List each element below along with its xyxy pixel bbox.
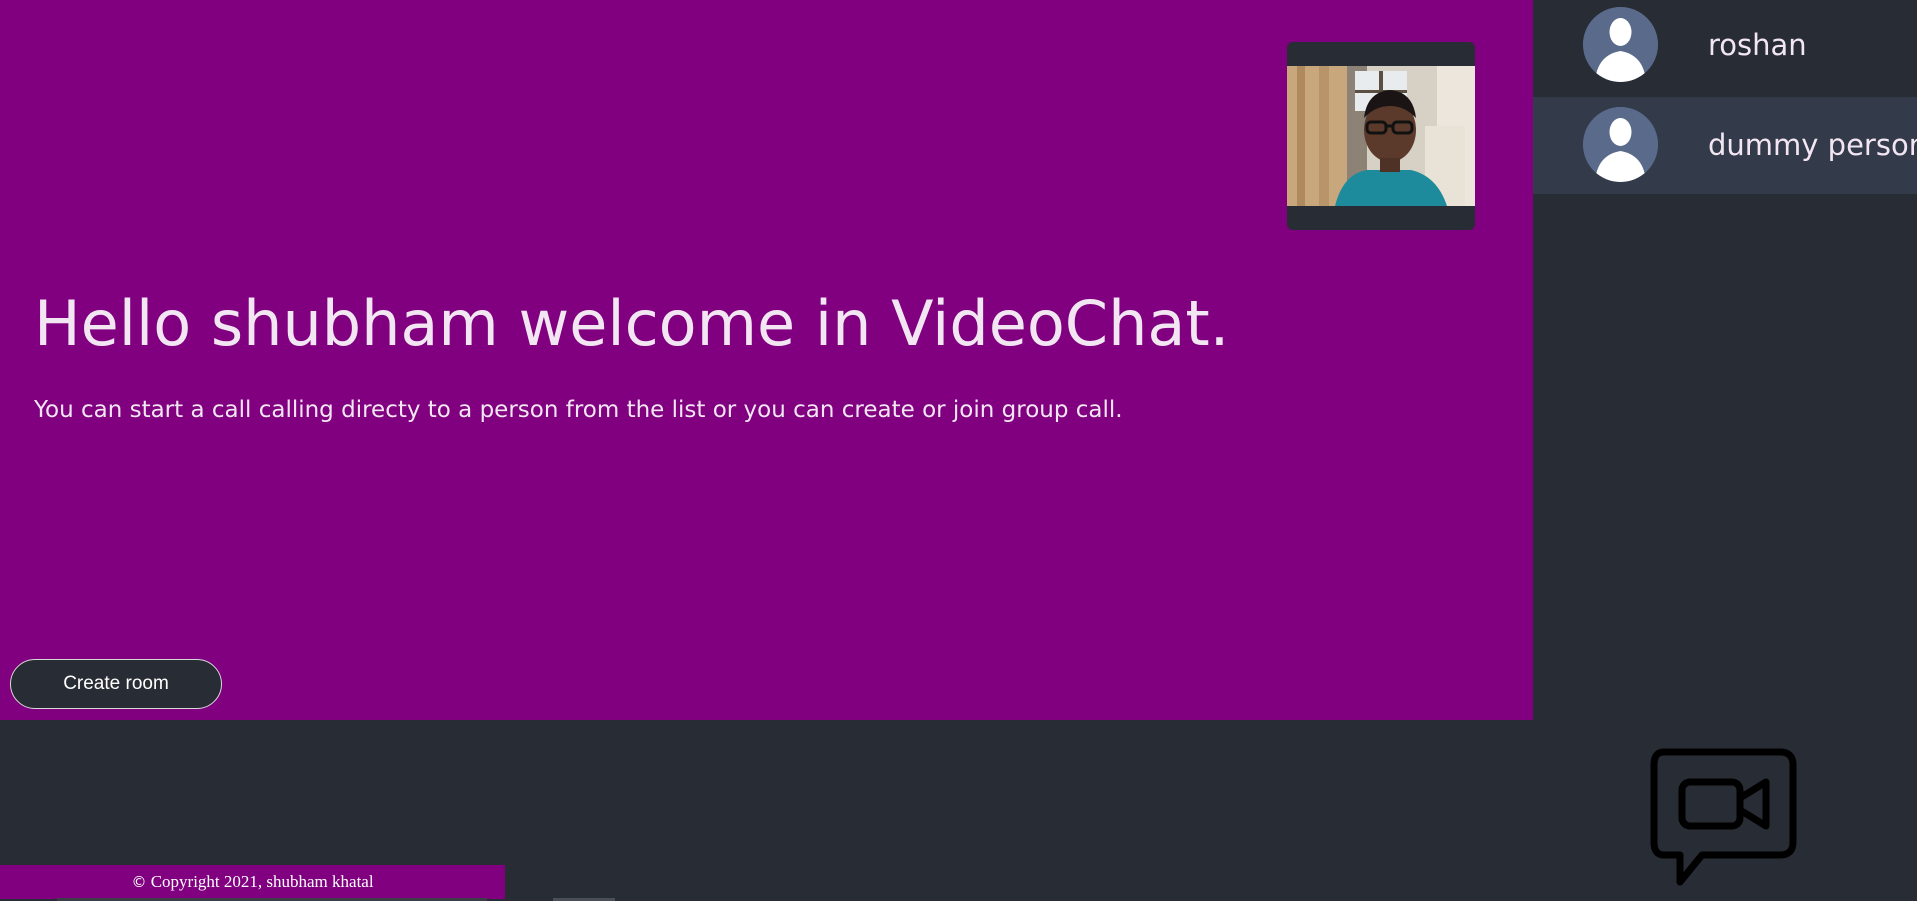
user-silhouette-icon <box>1583 107 1658 182</box>
local-video-frame <box>1287 66 1475 206</box>
video-chat-bubble-icon <box>1650 748 1798 886</box>
footer-copyright: © Copyright 2021, shubham khatal <box>0 865 505 899</box>
dashboard-main-panel: Hello shubham welcome in VideoChat. You … <box>0 0 1533 720</box>
welcome-description: You can start a call calling directy to … <box>34 397 1123 423</box>
active-users-list: roshan dummy person <box>1533 0 1917 720</box>
user-name: dummy person <box>1708 128 1917 162</box>
user-list-item-roshan[interactable]: roshan <box>1533 0 1917 97</box>
local-video-preview <box>1287 42 1475 230</box>
copyright-text: Copyright 2021, shubham khatal <box>150 872 374 891</box>
user-list-item-dummy-person[interactable]: dummy person <box>1533 97 1917 194</box>
create-room-button[interactable]: Create room <box>10 659 222 709</box>
app-root: Hello shubham welcome in VideoChat. You … <box>0 0 1917 901</box>
user-name: roshan <box>1708 28 1807 62</box>
webcam-image <box>1287 66 1475 206</box>
copyright-symbol: © <box>131 873 147 891</box>
user-silhouette-icon <box>1583 7 1658 82</box>
welcome-title: Hello shubham welcome in VideoChat. <box>34 287 1230 360</box>
